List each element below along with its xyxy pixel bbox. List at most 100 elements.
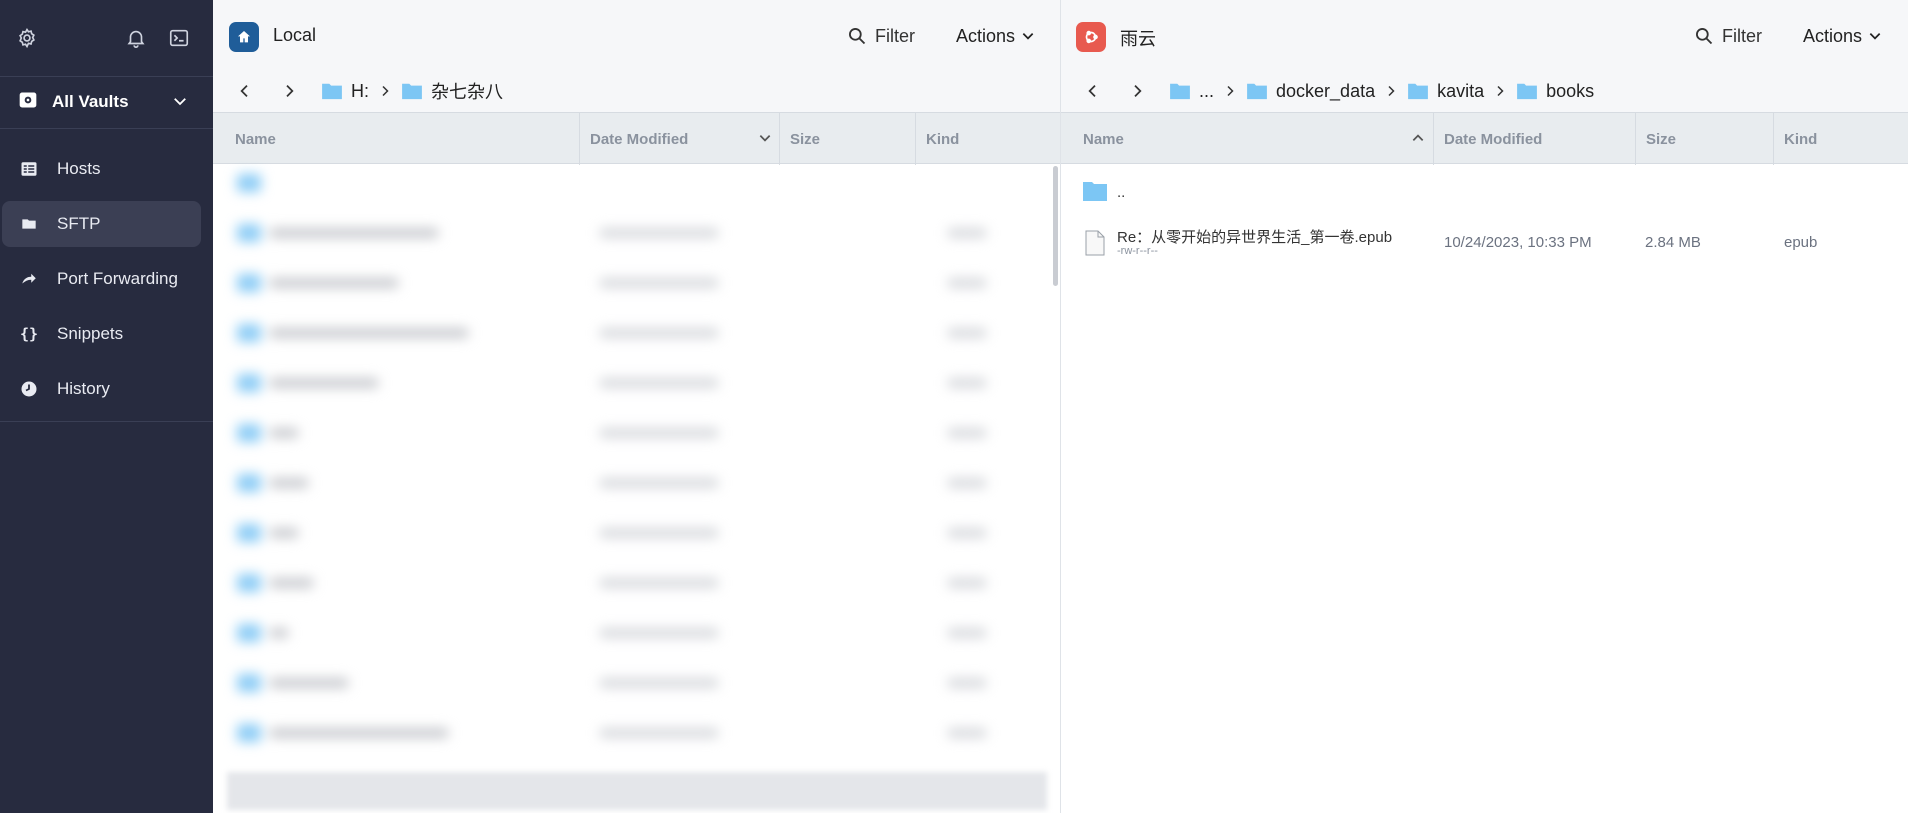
actions-label: Actions	[1803, 25, 1863, 46]
forward-icon[interactable]	[1125, 79, 1149, 103]
sidebar-item-snippets[interactable]: {} Snippets	[2, 311, 201, 357]
chevron-right-icon	[1385, 85, 1397, 97]
remote-pane: 雨云 Filter Actions ... docker_data kavita…	[1061, 0, 1908, 813]
sidebar-item-port-forwarding[interactable]: Port Forwarding	[2, 256, 201, 302]
forward-icon[interactable]	[277, 79, 301, 103]
list-item[interactable]	[227, 368, 1047, 398]
filter-label: Filter	[1722, 25, 1762, 46]
folder-icon	[1170, 83, 1190, 100]
sidebar-item-sftp[interactable]: SFTP	[2, 201, 201, 247]
column-name[interactable]: Name	[213, 113, 579, 165]
column-date-modified[interactable]: Date Modified	[1433, 113, 1635, 165]
list-item[interactable]	[227, 318, 1047, 348]
file-permissions: -rw-r--r--	[1117, 245, 1158, 257]
clock-icon	[20, 380, 38, 398]
sidebar: All Vaults Hosts SFTP Port Forwarding {}…	[0, 0, 213, 813]
sidebar-divider	[0, 76, 213, 77]
search-icon	[849, 28, 866, 45]
vault-label: All Vaults	[52, 92, 129, 111]
back-icon[interactable]	[1081, 79, 1105, 103]
breadcrumb-item[interactable]: ...	[1169, 81, 1214, 102]
sidebar-item-history[interactable]: History	[2, 366, 201, 412]
list-item[interactable]	[227, 218, 1047, 248]
list-item[interactable]	[227, 468, 1047, 498]
actions-label: Actions	[956, 25, 1016, 46]
list-item[interactable]	[227, 718, 1047, 748]
sort-ascending-icon[interactable]	[1411, 131, 1425, 145]
column-name[interactable]: Name	[1061, 113, 1433, 165]
breadcrumb-item[interactable]: 杂七杂八	[401, 78, 503, 104]
back-icon[interactable]	[233, 79, 257, 103]
column-header: Name Date Modified Size Kind	[1061, 112, 1908, 165]
filter-button[interactable]: Filter	[1694, 22, 1762, 50]
column-kind[interactable]: Kind	[915, 113, 1060, 165]
home-icon	[229, 22, 259, 52]
port-forwarding-icon	[20, 270, 38, 288]
search-icon	[1696, 28, 1713, 45]
hosts-icon	[20, 160, 38, 178]
sort-descending-icon[interactable]	[758, 131, 772, 145]
chevron-down-icon	[1022, 33, 1034, 40]
file-list-blurred	[227, 166, 1047, 774]
actions-button[interactable]: Actions	[956, 22, 1035, 50]
sidebar-toolbar	[0, 0, 213, 76]
list-item[interactable]	[227, 568, 1047, 598]
column-size[interactable]: Size	[1635, 113, 1773, 165]
sidebar-item-hosts[interactable]: Hosts	[2, 146, 201, 192]
list-item[interactable]	[227, 268, 1047, 298]
breadcrumb-item[interactable]: docker_data	[1246, 81, 1375, 102]
file-icon	[1085, 230, 1105, 261]
chevron-down-icon[interactable]	[171, 92, 189, 110]
chevron-right-icon	[379, 85, 391, 97]
pane-header: Local Filter Actions H: 杂七杂八	[213, 0, 1060, 112]
gear-icon[interactable]	[16, 27, 38, 49]
file-size: 2.84 MB	[1645, 234, 1701, 251]
actions-button[interactable]: Actions	[1803, 22, 1882, 50]
breadcrumb-item[interactable]: kavita	[1407, 81, 1484, 102]
folder-icon	[1247, 83, 1267, 100]
list-item[interactable]	[227, 168, 1047, 198]
column-size[interactable]: Size	[779, 113, 915, 165]
folder-icon	[20, 215, 38, 233]
column-kind[interactable]: Kind	[1773, 113, 1908, 165]
filter-label: Filter	[875, 25, 915, 46]
column-date-modified[interactable]: Date Modified	[579, 113, 779, 165]
breadcrumb: H: 杂七杂八	[213, 74, 1060, 108]
filter-button[interactable]: Filter	[847, 22, 915, 50]
terminal-icon[interactable]	[168, 27, 190, 49]
pane-title-row: Local Filter Actions	[213, 0, 1060, 72]
bell-icon[interactable]	[125, 27, 147, 49]
breadcrumb-item[interactable]: H:	[321, 81, 369, 102]
breadcrumb-label: 杂七杂八	[431, 82, 503, 102]
table-row[interactable]: Re：从零开始的异世界生活_第一卷.epub -rw-r--r-- 10/24/…	[1061, 222, 1908, 262]
vertical-scrollbar[interactable]	[1053, 166, 1058, 286]
folder-icon	[322, 83, 342, 100]
ubuntu-icon	[1076, 22, 1106, 52]
list-item[interactable]	[227, 418, 1047, 448]
column-header: Name Date Modified Size Kind	[213, 112, 1060, 165]
breadcrumb-item[interactable]: books	[1516, 81, 1594, 102]
breadcrumb-label: docker_data	[1276, 80, 1376, 101]
list-item[interactable]	[227, 618, 1047, 648]
breadcrumb-label: kavita	[1437, 80, 1485, 101]
breadcrumb-label: ...	[1199, 80, 1215, 101]
file-date-modified: 10/24/2023, 10:33 PM	[1444, 234, 1592, 251]
chevron-right-icon	[1224, 85, 1236, 97]
parent-directory-row[interactable]: ..	[1061, 178, 1908, 208]
breadcrumb: ... docker_data kavita books	[1061, 74, 1908, 108]
file-name: ..	[1117, 184, 1126, 201]
vault-selector[interactable]: All Vaults	[0, 82, 213, 122]
folder-icon	[402, 83, 422, 100]
list-item[interactable]	[227, 668, 1047, 698]
chevron-down-icon	[1869, 33, 1881, 40]
chevron-right-icon	[1494, 85, 1506, 97]
file-kind: epub	[1784, 234, 1818, 251]
sidebar-divider	[0, 128, 213, 129]
horizontal-scrollbar[interactable]	[227, 772, 1047, 810]
breadcrumb-label: H:	[351, 80, 369, 101]
file-name: Re：从零开始的异世界生活_第一卷.epub	[1117, 229, 1393, 246]
sftp-app: All Vaults Hosts SFTP Port Forwarding {}…	[0, 0, 1908, 813]
sidebar-item-label: Hosts	[57, 159, 101, 178]
pane-header: 雨云 Filter Actions ... docker_data kavita…	[1061, 0, 1908, 112]
list-item[interactable]	[227, 518, 1047, 548]
